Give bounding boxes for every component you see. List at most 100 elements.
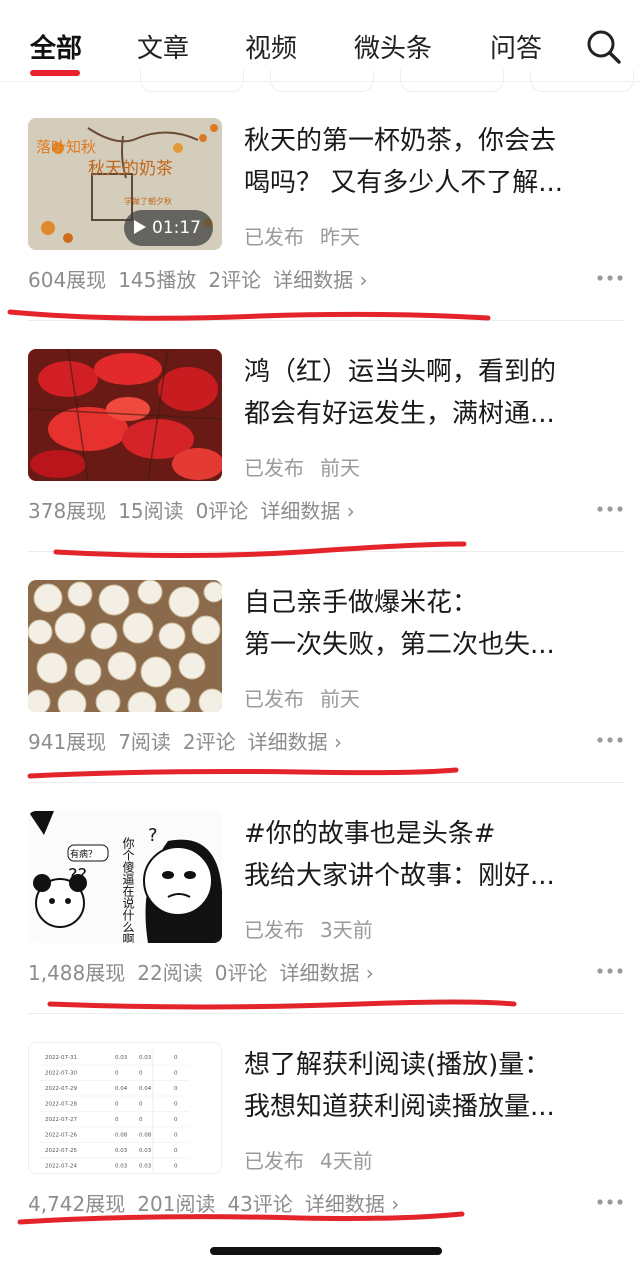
home-indicator[interactable] [210,1247,442,1255]
red-leaves-image [28,349,222,481]
table-cell: 0.08 [115,1133,128,1139]
tab-videos[interactable]: 视频 [245,28,297,65]
popcorn-image [28,580,222,712]
thumb-caption-title: 秋天的奶茶 [88,159,173,179]
search-icon[interactable] [584,27,624,67]
table-cell: 0 [115,1117,119,1123]
detail-data-link[interactable]: 详细数据 › [260,499,354,523]
table-cell: 0 [115,1102,119,1108]
article-thumbnail[interactable] [28,580,222,712]
more-icon[interactable] [596,966,624,976]
meme-bubble-text: 有病？ [70,848,97,860]
more-icon[interactable] [596,735,624,745]
thumb-caption-side: 落叶知秋 [36,138,96,156]
publish-time: 4天前 [320,1149,373,1173]
detail-data-link[interactable]: 详细数据 › [279,961,373,985]
table-cell: 2022-07-24 [45,1164,77,1170]
table-cell: 0 [139,1102,143,1108]
publish-info: 已发布 昨天 [244,221,360,250]
more-icon[interactable] [596,504,624,514]
item-divider [28,320,624,321]
table-cell: 0 [174,1117,178,1123]
item-divider [28,1013,624,1014]
article-thumbnail[interactable]: 2022-07-31 0.03 0.03 0 2022-07-30 0 0 0 2022-07-… [28,1042,222,1174]
filter-chip[interactable] [140,70,244,92]
publish-time: 前天 [320,687,360,711]
table-cell: 0 [174,1164,178,1170]
thumb-caption-sub: 学做了朝夕秋 [124,196,172,206]
reads-count: 7阅读 [118,730,171,754]
panda-meme-image: ? ?? 有病？ 你个傻逼在说什么啊 [28,811,222,943]
table-cell: 0 [174,1071,178,1077]
table-cell: 0.03 [115,1055,128,1061]
article-title-line: 都会有好运发生，满树通... [244,399,555,429]
article-title[interactable]: 鸿（红）运当头啊，看到的 都会有好运发生，满树通... [244,351,614,435]
stats-row: 4,742展现 201阅读 43评论 详细数据 › [28,1188,411,1217]
table-cell: 0.03 [115,1164,128,1170]
table-cell: 0.03 [115,1148,128,1154]
table-cell: 2022-07-31 [45,1055,77,1061]
publish-status: 已发布 [244,1149,304,1173]
stats-row: 378展现 15阅读 0评论 详细数据 › [28,495,367,524]
video-thumbnail[interactable]: 落叶知秋 秋天的奶茶 学做了朝夕秋 01:17 [28,118,222,250]
article-item[interactable]: 鸿（红）运当头啊，看到的 都会有好运发生，满树通... 已发布 前天 378展现 1… [0,349,640,579]
table-cell: 0 [174,1133,178,1139]
publish-status: 已发布 [244,225,304,249]
comments-count: 0评论 [214,961,268,985]
table-cell: 2022-07-29 [45,1086,77,1092]
table-cell: 0 [115,1071,119,1077]
detail-data-link[interactable]: 详细数据 › [248,730,342,754]
article-title[interactable]: #你的故事也是头条# 我给大家讲个故事：刚好... [244,813,614,897]
article-title[interactable]: 自己亲手做爆米花： 第一次失败，第二次也失... [244,582,614,666]
publish-time: 前天 [320,456,360,480]
table-cell: 0 [174,1148,178,1154]
more-icon[interactable] [596,273,624,283]
table-cell: 2022-07-26 [45,1133,77,1139]
item-divider [28,782,624,783]
article-list-page: 全部 文章 视频 微头条 问答 落叶知秋 秋天的奶茶 学做了朝夕秋 01:17 … [0,0,640,1270]
article-title-line: 我给大家讲个故事：刚好... [244,861,555,891]
filter-chip[interactable] [530,70,634,92]
article-title-line: 第一次失败，第二次也失... [244,630,555,660]
article-item[interactable]: 2022-07-31 0.03 0.03 0 2022-07-30 0 0 0 2022-07-… [0,1042,640,1270]
data-table-screenshot: 2022-07-31 0.03 0.03 0 2022-07-30 0 0 0 2022-07-… [29,1043,221,1173]
detail-data-link[interactable]: 详细数据 › [273,268,367,292]
plays-count: 145播放 [118,268,197,292]
publish-status: 已发布 [244,456,304,480]
reads-count: 22阅读 [137,961,203,985]
stats-row: 1,488展现 22阅读 0评论 详细数据 › [28,957,386,986]
video-duration-badge: 01:17 [124,210,213,246]
article-title-line: 自己亲手做爆米花： [244,588,479,618]
comments-count: 43评论 [227,1192,293,1216]
article-title[interactable]: 秋天的第一杯奶茶，你会去 喝吗？ 又有多少人不了解... [244,120,614,204]
article-item[interactable]: 落叶知秋 秋天的奶茶 学做了朝夕秋 01:17 秋天的第一杯奶茶，你会去 喝吗？… [0,118,640,348]
tab-micro-posts[interactable]: 微头条 [354,28,432,65]
article-thumbnail[interactable] [28,349,222,481]
article-title-line: #你的故事也是头条# [244,819,496,849]
reads-count: 15阅读 [118,499,184,523]
publish-time: 昨天 [320,225,360,249]
article-thumbnail[interactable]: ? ?? 有病？ 你个傻逼在说什么啊 [28,811,222,943]
filter-chip[interactable] [400,70,504,92]
table-cell: 2022-07-27 [45,1117,77,1123]
article-item[interactable]: ? ?? 有病？ 你个傻逼在说什么啊 #你的故事也是头条# 我给大家讲个故事：刚… [0,811,640,1041]
table-cell: 0 [139,1071,143,1077]
detail-data-link[interactable]: 详细数据 › [305,1192,399,1216]
question-mark: ?? [68,865,87,886]
table-cell: 0.03 [139,1055,152,1061]
video-duration: 01:17 [152,218,201,238]
tab-all[interactable]: 全部 [30,28,82,65]
article-title[interactable]: 想了解获利阅读(播放)量： 我想知道获利阅读播放量... [244,1044,614,1128]
more-icon[interactable] [596,1197,624,1207]
tab-qa[interactable]: 问答 [490,28,542,65]
table-cell: 2022-07-28 [45,1102,77,1108]
filter-chip[interactable] [270,70,374,92]
article-item[interactable]: 自己亲手做爆米花： 第一次失败，第二次也失... 已发布 前天 941展现 7阅读 2… [0,580,640,810]
stats-row: 604展现 145播放 2评论 详细数据 › [28,264,379,293]
publish-info: 已发布 前天 [244,452,360,481]
publish-info: 已发布 前天 [244,683,360,712]
tab-articles[interactable]: 文章 [137,28,189,65]
meme-vertical-text: 你个傻逼在说什么啊 [121,837,135,943]
article-title-line: 鸿（红）运当头啊，看到的 [244,357,557,387]
article-title-line: 想了解获利阅读(播放)量： [244,1050,551,1080]
